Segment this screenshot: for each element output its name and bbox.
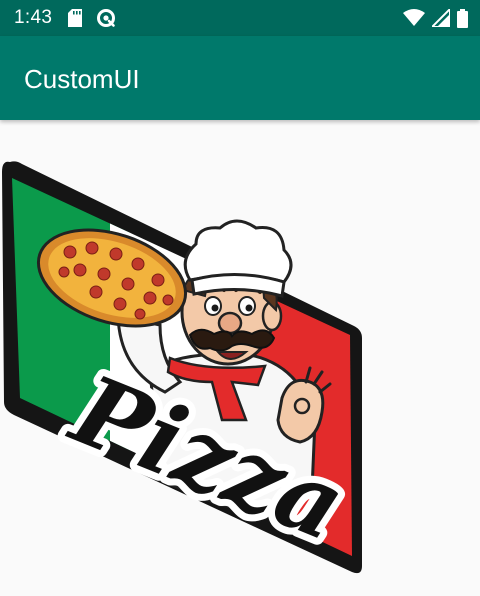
wifi-icon bbox=[403, 9, 425, 26]
status-time: 1:43 bbox=[14, 7, 53, 28]
notification-icons bbox=[68, 8, 116, 28]
pizza-chef-logo: Pizza Pizza bbox=[2, 161, 367, 574]
system-icons bbox=[403, 0, 468, 36]
cellular-signal-icon bbox=[432, 9, 450, 27]
data-saver-icon bbox=[97, 9, 116, 27]
main-content: Pizza Pizza bbox=[0, 120, 480, 596]
sd-card-icon bbox=[68, 9, 83, 27]
app-bar: CustomUI bbox=[0, 36, 480, 120]
battery-icon bbox=[457, 8, 468, 28]
status-bar: 1:43 bbox=[0, 0, 480, 36]
app-title: CustomUI bbox=[24, 64, 140, 94]
